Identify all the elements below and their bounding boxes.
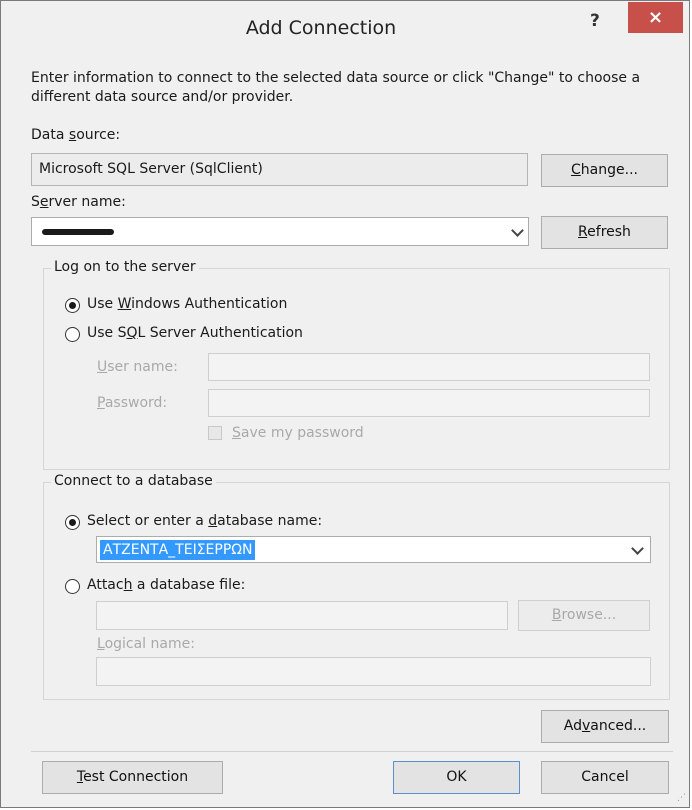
close-icon: ×: [647, 7, 664, 28]
chevron-down-icon: [631, 542, 644, 555]
database-name-value[interactable]: ΑΤΖΕΝΤΑ_ΤΕΙΣΕΡΡΩΝ: [100, 540, 256, 560]
attach-file-path-field[interactable]: [96, 601, 508, 630]
close-button[interactable]: ×: [628, 2, 683, 33]
add-connection-dialog: Add Connection ? × Enter information to …: [0, 0, 690, 808]
password-label: Password:: [97, 395, 168, 411]
data-source-field: Microsoft SQL Server (SqlClient): [31, 153, 528, 186]
data-source-value: Microsoft SQL Server (SqlClient): [39, 161, 263, 177]
windows-auth-radio[interactable]: [65, 298, 80, 313]
resize-grip-icon[interactable]: ⋰: [677, 793, 686, 803]
server-name-label: Server name:: [31, 194, 126, 210]
intro-text: Enter information to connect to the sele…: [31, 70, 641, 105]
footer-separator: [31, 751, 673, 752]
change-button[interactable]: Change...: [541, 154, 668, 187]
radio-selected-dot: [69, 519, 76, 526]
server-name-redacted: [42, 229, 114, 235]
select-database-radio[interactable]: [65, 515, 80, 530]
test-connection-button[interactable]: Test Connection: [42, 761, 223, 794]
dialog-title: Add Connection: [245, 17, 397, 39]
browse-button[interactable]: Browse...: [518, 600, 650, 631]
server-name-combo[interactable]: [31, 217, 529, 246]
logical-name-field[interactable]: [96, 657, 651, 686]
refresh-button[interactable]: Refresh: [541, 216, 668, 249]
sql-auth-label[interactable]: Use SQL Server Authentication: [87, 325, 303, 341]
cancel-button[interactable]: Cancel: [541, 761, 669, 794]
database-name-combo[interactable]: ΑΤΖΕΝΤΑ_ΤΕΙΣΕΡΡΩΝ: [96, 536, 651, 563]
username-label: User name:: [97, 359, 178, 375]
save-password-label[interactable]: Save my password: [232, 425, 364, 441]
database-group-label: Connect to a database: [51, 473, 216, 489]
logon-group-label: Log on to the server: [51, 259, 199, 275]
select-database-label[interactable]: Select or enter a database name:: [87, 513, 322, 529]
save-password-checkbox[interactable]: [208, 426, 222, 440]
windows-auth-label[interactable]: Use Windows Authentication: [87, 296, 287, 312]
attach-database-radio[interactable]: [65, 579, 80, 594]
logical-name-label: Logical name:: [97, 636, 195, 652]
sql-auth-radio[interactable]: [65, 327, 80, 342]
advanced-button[interactable]: Advanced...: [541, 710, 669, 743]
data-source-label: Data source:: [31, 127, 121, 143]
attach-database-label[interactable]: Attach a database file:: [87, 577, 245, 593]
ok-button[interactable]: OK: [393, 761, 520, 794]
help-button[interactable]: ?: [590, 11, 600, 31]
radio-selected-dot: [69, 302, 76, 309]
password-field[interactable]: [208, 389, 650, 417]
chevron-down-icon: [511, 224, 524, 237]
title-bar: Add Connection ? ×: [1, 1, 689, 55]
username-field[interactable]: [208, 353, 650, 381]
